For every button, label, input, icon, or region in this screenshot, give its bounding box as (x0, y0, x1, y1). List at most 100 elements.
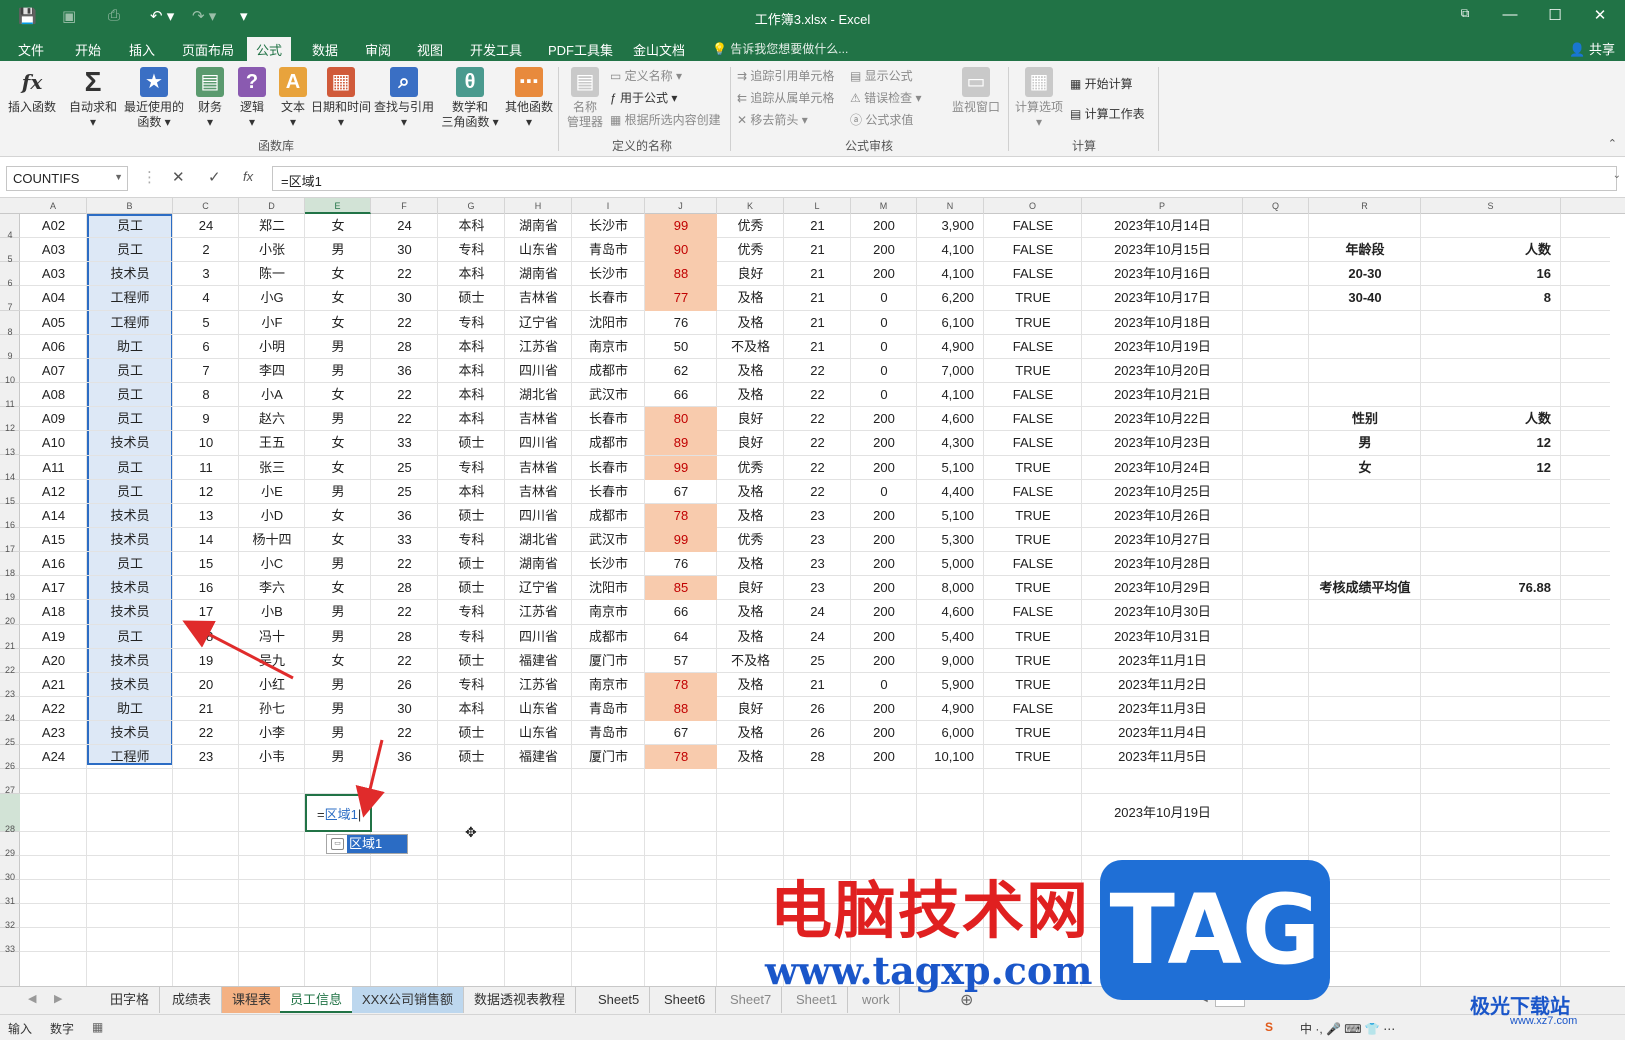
cell-j12[interactable]: 80 (645, 407, 717, 432)
cell-d19[interactable]: 李六 (239, 576, 305, 600)
cell-c5[interactable]: 2 (173, 238, 239, 262)
cell-a16[interactable]: A14 (20, 504, 87, 528)
row-header-16[interactable]: 16 (0, 504, 20, 530)
cell-h26[interactable]: 福建省 (505, 745, 572, 769)
column-header-s[interactable]: S (1421, 198, 1561, 214)
cell-m13[interactable]: 200 (851, 431, 917, 455)
cell-f12[interactable]: 22 (371, 407, 438, 431)
insert-function-fx-button[interactable]: fx (243, 169, 253, 184)
cell-b20[interactable]: 技术员 (87, 600, 173, 624)
cell-o19[interactable]: TRUE (984, 576, 1082, 600)
cell-f14[interactable]: 25 (371, 456, 438, 480)
cell-m18[interactable]: 200 (851, 552, 917, 576)
cell-o15[interactable]: FALSE (984, 480, 1082, 504)
cell-k11[interactable]: 及格 (717, 383, 784, 407)
cell-o5[interactable]: FALSE (984, 238, 1082, 262)
cell-s7[interactable]: 8 (1421, 286, 1561, 310)
cell-n15[interactable]: 4,400 (917, 480, 984, 504)
error-check-button[interactable]: ⚠ 错误检查 ▾ (850, 89, 921, 106)
cell-j13[interactable]: 89 (645, 431, 717, 456)
cell-c24[interactable]: 21 (173, 697, 239, 721)
cell-e4[interactable]: 女 (305, 214, 371, 238)
cell-j4[interactable]: 99 (645, 214, 717, 239)
cell-o11[interactable]: FALSE (984, 383, 1082, 407)
cell-n13[interactable]: 4,300 (917, 431, 984, 455)
row-header-31[interactable]: 31 (0, 880, 20, 906)
cell-e23[interactable]: 男 (305, 673, 371, 697)
cell-d17[interactable]: 杨十四 (239, 528, 305, 552)
cell-n25[interactable]: 6,000 (917, 721, 984, 745)
tab-formulas[interactable]: 公式 (247, 37, 292, 61)
tab-kingsoft-docs[interactable]: 金山文档 (633, 40, 685, 59)
cell-k19[interactable]: 良好 (717, 576, 784, 600)
row-header-30[interactable]: 30 (0, 856, 20, 882)
cell-o4[interactable]: FALSE (984, 214, 1082, 238)
cell-m25[interactable]: 200 (851, 721, 917, 745)
cell-f15[interactable]: 25 (371, 480, 438, 504)
cell-n17[interactable]: 5,300 (917, 528, 984, 552)
cell-s5[interactable]: 人数 (1421, 238, 1561, 262)
name-box[interactable]: COUNTIFS ▼ (6, 166, 128, 191)
cell-a12[interactable]: A09 (20, 407, 87, 431)
cell-r19[interactable]: 考核成绩平均值 (1309, 576, 1421, 600)
cell-k21[interactable]: 及格 (717, 625, 784, 649)
cell-d26[interactable]: 小韦 (239, 745, 305, 769)
cell-b6[interactable]: 技术员 (87, 262, 173, 286)
column-header-b[interactable]: B (87, 198, 173, 214)
name-manager-button[interactable]: ▤ 名称 管理器 (564, 67, 606, 130)
cell-g23[interactable]: 专科 (438, 673, 505, 697)
cell-e21[interactable]: 男 (305, 625, 371, 649)
cell-o25[interactable]: TRUE (984, 721, 1082, 745)
cell-d7[interactable]: 小G (239, 286, 305, 310)
cell-n19[interactable]: 8,000 (917, 576, 984, 600)
cell-n9[interactable]: 4,900 (917, 335, 984, 359)
confirm-entry-button[interactable]: ✓ (208, 168, 221, 186)
cell-n22[interactable]: 9,000 (917, 649, 984, 673)
cell-f9[interactable]: 28 (371, 335, 438, 359)
cell-e15[interactable]: 男 (305, 480, 371, 504)
cell-j5[interactable]: 90 (645, 238, 717, 263)
cell-f8[interactable]: 22 (371, 311, 438, 335)
cell-r14[interactable]: 女 (1309, 456, 1421, 480)
cell-b13[interactable]: 技术员 (87, 431, 173, 455)
cell-a17[interactable]: A15 (20, 528, 87, 552)
cell-l16[interactable]: 23 (784, 504, 851, 528)
math-trig-button[interactable]: θ 数学和 三角函数 ▾ (440, 67, 500, 130)
trace-precedents-button[interactable]: ⇉ 追踪引用单元格 (737, 67, 834, 84)
cell-i22[interactable]: 厦门市 (572, 649, 645, 673)
cell-d15[interactable]: 小E (239, 480, 305, 504)
cell-o7[interactable]: TRUE (984, 286, 1082, 310)
cell-e7[interactable]: 女 (305, 286, 371, 310)
row-header-12[interactable]: 12 (0, 407, 20, 433)
cell-n10[interactable]: 7,000 (917, 359, 984, 383)
cell-f18[interactable]: 22 (371, 552, 438, 576)
cell-k13[interactable]: 良好 (717, 431, 784, 455)
cell-o16[interactable]: TRUE (984, 504, 1082, 528)
cell-d21[interactable]: 冯十 (239, 625, 305, 649)
cell-k23[interactable]: 及格 (717, 673, 784, 697)
cell-i10[interactable]: 成都市 (572, 359, 645, 383)
cell-h14[interactable]: 吉林省 (505, 456, 572, 480)
row-header-24[interactable]: 24 (0, 697, 20, 723)
cell-g14[interactable]: 专科 (438, 456, 505, 480)
cell-i9[interactable]: 南京市 (572, 335, 645, 359)
cell-j6[interactable]: 88 (645, 262, 717, 287)
cell-r5[interactable]: 年龄段 (1309, 238, 1421, 262)
cell-e5[interactable]: 男 (305, 238, 371, 262)
cell-h19[interactable]: 辽宁省 (505, 576, 572, 600)
cell-c20[interactable]: 17 (173, 600, 239, 624)
cell-e10[interactable]: 男 (305, 359, 371, 383)
cell-p22[interactable]: 2023年11月1日 (1082, 649, 1243, 673)
cell-l21[interactable]: 24 (784, 625, 851, 649)
cell-m10[interactable]: 0 (851, 359, 917, 383)
cell-m24[interactable]: 200 (851, 697, 917, 721)
cell-e11[interactable]: 女 (305, 383, 371, 407)
cell-g16[interactable]: 硕士 (438, 504, 505, 528)
cell-n6[interactable]: 4,100 (917, 262, 984, 286)
row-header-32[interactable]: 32 (0, 904, 20, 930)
column-header-d[interactable]: D (239, 198, 305, 214)
cell-c15[interactable]: 12 (173, 480, 239, 504)
sheet-tab-2[interactable]: 课程表 (222, 987, 283, 1013)
cell-e26[interactable]: 男 (305, 745, 371, 769)
cell-o9[interactable]: FALSE (984, 335, 1082, 359)
